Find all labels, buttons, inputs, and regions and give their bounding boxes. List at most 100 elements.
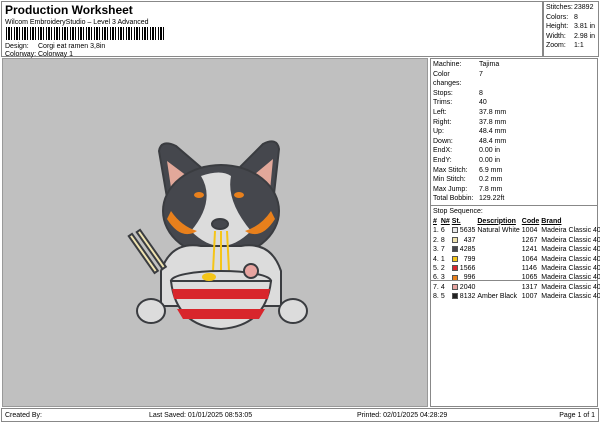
stop-index: 3. bbox=[433, 246, 439, 254]
stop-index: 6. bbox=[433, 274, 439, 282]
software-name: Wilcom EmbroideryStudio – Level 3 Advanc… bbox=[5, 19, 149, 26]
property-value: 37.8 mm bbox=[479, 108, 507, 116]
property-row: Up: 48.4 mm bbox=[433, 127, 595, 137]
thread-description bbox=[476, 255, 520, 264]
stop-index: 5. bbox=[433, 264, 439, 272]
page-title: Production Worksheet bbox=[5, 3, 133, 17]
color-swatch-cell bbox=[451, 292, 459, 301]
barcode bbox=[6, 27, 166, 40]
property-value: 0.00 in bbox=[479, 156, 501, 164]
stat-label: Width: bbox=[546, 32, 566, 40]
property-value: 0.2 mm bbox=[479, 176, 503, 184]
needle-number: 4 bbox=[440, 283, 445, 291]
property-row: Color changes: 7 bbox=[433, 70, 595, 89]
property-row: Down: 48.4 mm bbox=[433, 137, 595, 147]
column-header: Code bbox=[521, 217, 540, 225]
stitch-count: 1566 bbox=[459, 264, 476, 272]
property-value: 8 bbox=[479, 89, 483, 97]
table-row: 2. 8 437 1267 Madeira Classic 40 bbox=[432, 236, 600, 245]
color-swatch-cell bbox=[451, 226, 459, 235]
stitch-count: 437 bbox=[463, 236, 476, 244]
thread-description bbox=[476, 264, 520, 273]
property-label: Machine: bbox=[433, 61, 462, 68]
stat-value: 2.98 in bbox=[574, 32, 596, 40]
stat-label: Colors: bbox=[546, 13, 569, 21]
divider bbox=[431, 280, 597, 281]
stop-index: 4. bbox=[433, 255, 439, 263]
column-header: # bbox=[433, 217, 437, 225]
design-info-panel: Machine: Tajima Color changes: 7 Stops: 8 Trim… bbox=[430, 58, 600, 407]
design-label: Design: bbox=[5, 43, 29, 50]
stat-value: 3.81 in bbox=[574, 23, 596, 30]
stat-value: 1:1 bbox=[574, 42, 584, 49]
corgi-ramen-embroidery bbox=[127, 140, 308, 331]
column-header: St. bbox=[451, 217, 461, 225]
property-row: Right: 37.8 mm bbox=[433, 118, 595, 128]
property-value: 129.22ft bbox=[479, 195, 505, 203]
stat-row: Zoom: 1:1 bbox=[546, 41, 596, 51]
stat-label: Zoom: bbox=[546, 42, 566, 49]
thread-brand: Madeira Classic 40 bbox=[541, 283, 600, 291]
stitch-count: 8132 bbox=[459, 293, 476, 301]
color-swatch bbox=[451, 293, 458, 300]
property-label: Max Stitch: bbox=[433, 166, 468, 174]
stop-index: 7. bbox=[433, 283, 439, 291]
thread-brand: Madeira Classic 40 bbox=[541, 255, 600, 263]
column-header: N# bbox=[440, 217, 450, 225]
property-value: 37.8 mm bbox=[479, 118, 507, 126]
color-swatch bbox=[451, 265, 458, 272]
needle-number: 6 bbox=[440, 227, 445, 235]
design-preview bbox=[2, 58, 428, 407]
property-row: EndX: 0.00 in bbox=[433, 146, 595, 156]
color-swatch-cell bbox=[451, 264, 459, 273]
stat-row: Stitches: 23892 bbox=[546, 3, 596, 13]
stat-value: 23892 bbox=[574, 4, 594, 11]
thread-code: 1065 bbox=[521, 274, 538, 282]
property-value: 48.4 mm bbox=[479, 137, 507, 145]
thread-brand: Madeira Classic 40 bbox=[541, 246, 600, 254]
property-label: Color changes: bbox=[433, 70, 462, 88]
stitch-count: 4285 bbox=[459, 246, 476, 254]
thread-code: 1241 bbox=[521, 246, 538, 254]
printed-date: Printed: 02/01/2025 04:28:29 bbox=[357, 412, 448, 419]
property-row: Total Bobbin: 129.22ft bbox=[433, 194, 595, 204]
stat-label: Height: bbox=[546, 23, 569, 30]
property-label: Trims: bbox=[433, 99, 453, 107]
thread-code: 1146 bbox=[521, 264, 537, 272]
thread-brand: Madeira Classic 40 bbox=[541, 236, 600, 244]
property-label: Total Bobbin: bbox=[433, 195, 474, 203]
stat-value: 8 bbox=[574, 13, 578, 21]
color-swatch bbox=[451, 283, 458, 290]
property-label: Down: bbox=[433, 137, 453, 145]
property-label: Right: bbox=[433, 118, 452, 126]
stop-sequence-table: # N# St. Description Code Brand 1. 6 5635 Natura… bbox=[432, 217, 600, 302]
colorway-name: Colorway 1 bbox=[38, 51, 74, 58]
needle-number: 8 bbox=[440, 236, 445, 244]
property-value: 7 bbox=[479, 70, 483, 78]
column-header: Brand bbox=[541, 217, 562, 225]
thread-brand: Madeira Classic 40 bbox=[541, 293, 600, 301]
property-row: Max Stitch: 6.9 mm bbox=[433, 166, 595, 176]
property-row: Left: 37.8 mm bbox=[433, 108, 595, 118]
property-value: 0.00 in bbox=[479, 147, 501, 155]
thread-brand: Madeira Classic 40 bbox=[541, 264, 600, 272]
color-swatch bbox=[451, 227, 458, 234]
needle-number: 5 bbox=[440, 293, 445, 301]
property-label: EndX: bbox=[433, 147, 453, 155]
thread-description bbox=[476, 283, 520, 292]
page-number: Page 1 of 1 bbox=[559, 412, 595, 419]
property-row: Machine: Tajima bbox=[433, 60, 595, 70]
color-swatch-cell bbox=[451, 273, 459, 282]
property-row: Stops: 8 bbox=[433, 89, 595, 99]
thread-description bbox=[476, 236, 520, 245]
worksheet-header: Production Worksheet Wilcom EmbroiderySt… bbox=[1, 1, 543, 58]
stat-row: Height: 3.81 in bbox=[546, 22, 596, 32]
thread-brand: Madeira Classic 40 bbox=[541, 274, 600, 282]
stat-row: Colors: 8 bbox=[546, 13, 596, 23]
thread-code: 1267 bbox=[521, 236, 538, 244]
color-swatch-cell bbox=[451, 255, 459, 264]
property-label: Up: bbox=[433, 128, 444, 136]
footer: Created By: Last Saved: 01/01/2025 08:53… bbox=[1, 408, 599, 422]
table-row: 5. 2 1566 1146 Madeira Classic 40 bbox=[432, 264, 600, 273]
stop-sequence-title: Stop Sequence: bbox=[431, 204, 597, 217]
